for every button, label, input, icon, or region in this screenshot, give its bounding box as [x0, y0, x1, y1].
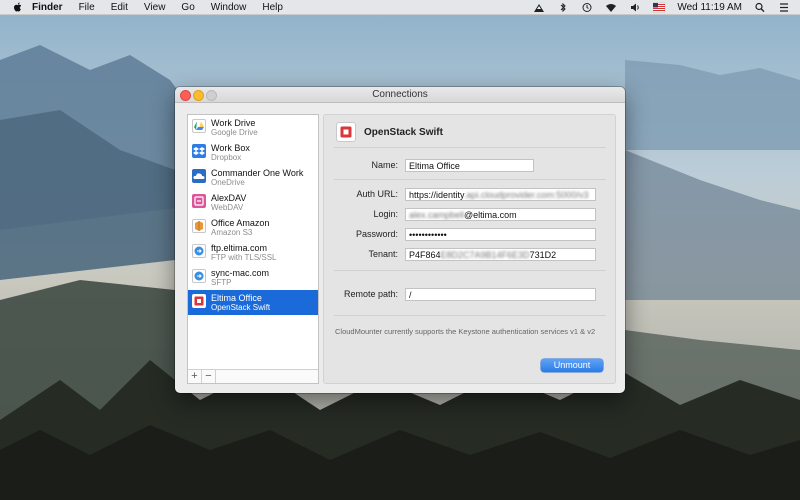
- ftp-icon: [192, 244, 206, 258]
- connection-item-work-box[interactable]: Work Box Dropbox: [188, 140, 318, 165]
- connection-service: SFTP: [211, 278, 232, 287]
- menu-clock[interactable]: Wed 11:19 AM: [677, 2, 742, 13]
- wifi-icon[interactable]: [605, 2, 617, 13]
- connections-list: Work Drive Google Drive Work Box Dropbox…: [187, 114, 319, 384]
- apple-menu-icon[interactable]: [12, 1, 24, 13]
- add-connection-button[interactable]: +: [188, 370, 202, 383]
- connection-item-alexdav[interactable]: AlexDAV WebDAV: [188, 190, 318, 215]
- menu-go[interactable]: Go: [181, 2, 194, 13]
- menu-app-name[interactable]: Finder: [32, 2, 63, 13]
- auth-url-row: Auth URL: https://identity.api.cloudprov…: [324, 188, 615, 202]
- keystone-support-note: CloudMounter currently supports the Keys…: [335, 327, 596, 336]
- connection-name: Office Amazon: [211, 218, 270, 228]
- sftp-icon: [192, 269, 206, 283]
- connection-name: Work Box: [211, 143, 250, 153]
- password-value: ••••••••••••: [409, 230, 447, 240]
- window-titlebar[interactable]: Connections: [175, 87, 625, 103]
- connection-item-office-amazon[interactable]: Office Amazon Amazon S3: [188, 215, 318, 240]
- us-flag-icon[interactable]: [653, 2, 666, 13]
- connection-name: Eltima Office: [211, 293, 262, 303]
- name-label: Name:: [371, 160, 398, 170]
- connection-name: sync-mac.com: [211, 268, 270, 278]
- connection-service: Dropbox: [211, 153, 242, 162]
- tenant-redacted: E8D2C7A9B14F6E3D: [440, 250, 530, 260]
- name-row: Name: Eltima Office: [324, 159, 615, 173]
- service-header: OpenStack Swift: [336, 121, 443, 143]
- name-divider: [334, 179, 606, 180]
- remote-path-divider: [334, 315, 606, 316]
- connection-name: Work Drive: [211, 118, 256, 128]
- password-field[interactable]: ••••••••••••: [405, 228, 596, 241]
- menu-help[interactable]: Help: [262, 2, 283, 13]
- tenant-field[interactable]: P4F864E8D2C7A9B14F6E3D731D2: [405, 248, 596, 261]
- connections-window: Connections Work Drive Google Drive Work…: [175, 87, 625, 393]
- list-toolbar: + −: [188, 369, 318, 383]
- login-redacted: alex.campbell: [409, 210, 465, 220]
- remote-path-field[interactable]: /: [405, 288, 596, 301]
- menu-edit[interactable]: Edit: [111, 2, 128, 13]
- tenant-value-end: 731D2: [529, 250, 557, 260]
- unmount-button[interactable]: Unmount: [541, 359, 603, 372]
- connection-service: Google Drive: [211, 128, 258, 137]
- connection-item-ftp-eltima[interactable]: ftp.eltima.com FTP with TLS/SSL: [188, 240, 318, 265]
- remote-path-label: Remote path:: [343, 289, 398, 299]
- connection-item-eltima-office[interactable]: Eltima Office OpenStack Swift: [188, 290, 318, 315]
- openstack-icon: [336, 122, 356, 142]
- webdav-icon: [192, 194, 206, 208]
- openstack-icon: [192, 294, 206, 308]
- auth-url-value: https://identity: [409, 190, 464, 200]
- service-title: OpenStack Swift: [364, 126, 443, 138]
- connection-detail-panel: OpenStack Swift Name: Eltima Office Auth…: [323, 114, 616, 384]
- connection-item-work-drive[interactable]: Work Drive Google Drive: [188, 115, 318, 140]
- time-machine-icon[interactable]: [581, 2, 593, 13]
- menu-bar: Finder File Edit View Go Window Help Wed…: [0, 0, 800, 15]
- auth-url-redacted: .api.cloudprovider.com:5000/v3: [463, 190, 589, 200]
- remote-path-value: /: [409, 290, 412, 300]
- status-menus: Wed 11:19 AM: [533, 2, 800, 13]
- tenant-value: P4F864: [409, 250, 441, 260]
- connection-service: WebDAV: [211, 203, 244, 212]
- name-field[interactable]: Eltima Office: [405, 159, 534, 172]
- google-drive-icon: [192, 119, 206, 133]
- cloudmounter-menu-icon[interactable]: [533, 2, 545, 13]
- credentials-divider: [334, 270, 606, 271]
- menu-window[interactable]: Window: [211, 2, 247, 13]
- onedrive-icon: [192, 169, 206, 183]
- window-title: Connections: [372, 89, 428, 100]
- tenant-row: Tenant: P4F864E8D2C7A9B14F6E3D731D2: [324, 248, 615, 262]
- connection-service: OneDrive: [211, 178, 245, 187]
- connection-name: AlexDAV: [211, 193, 247, 203]
- menu-view[interactable]: View: [144, 2, 166, 13]
- login-label: Login:: [373, 209, 398, 219]
- connection-service: Amazon S3: [211, 228, 253, 237]
- connection-name: ftp.eltima.com: [211, 243, 268, 253]
- login-field[interactable]: alex.campbell@eltima.com: [405, 208, 596, 221]
- connection-name: Commander One Work: [211, 168, 304, 178]
- password-label: Password:: [355, 229, 398, 239]
- connection-service: FTP with TLS/SSL: [211, 253, 277, 262]
- amazon-s3-icon: [192, 219, 206, 233]
- password-row: Password: ••••••••••••: [324, 228, 615, 242]
- notification-center-icon[interactable]: [778, 2, 790, 13]
- remove-connection-button[interactable]: −: [202, 370, 216, 383]
- spotlight-search-icon[interactable]: [754, 2, 766, 13]
- login-value: @eltima.com: [464, 210, 517, 220]
- connection-service: OpenStack Swift: [211, 303, 271, 312]
- login-row: Login: alex.campbell@eltima.com: [324, 208, 615, 222]
- volume-icon[interactable]: [629, 2, 641, 13]
- bluetooth-icon[interactable]: [557, 2, 569, 13]
- menu-file[interactable]: File: [79, 2, 95, 13]
- connection-item-commander-one-work[interactable]: Commander One Work OneDrive: [188, 165, 318, 190]
- auth-url-label: Auth URL:: [356, 189, 398, 199]
- auth-url-field[interactable]: https://identity.api.cloudprovider.com:5…: [405, 188, 596, 201]
- header-divider: [334, 147, 606, 148]
- remote-path-row: Remote path: /: [324, 288, 615, 302]
- tenant-label: Tenant:: [368, 249, 398, 259]
- dropbox-icon: [192, 144, 206, 158]
- connection-item-sync-mac[interactable]: sync-mac.com SFTP: [188, 265, 318, 290]
- name-value: Eltima Office: [409, 161, 460, 171]
